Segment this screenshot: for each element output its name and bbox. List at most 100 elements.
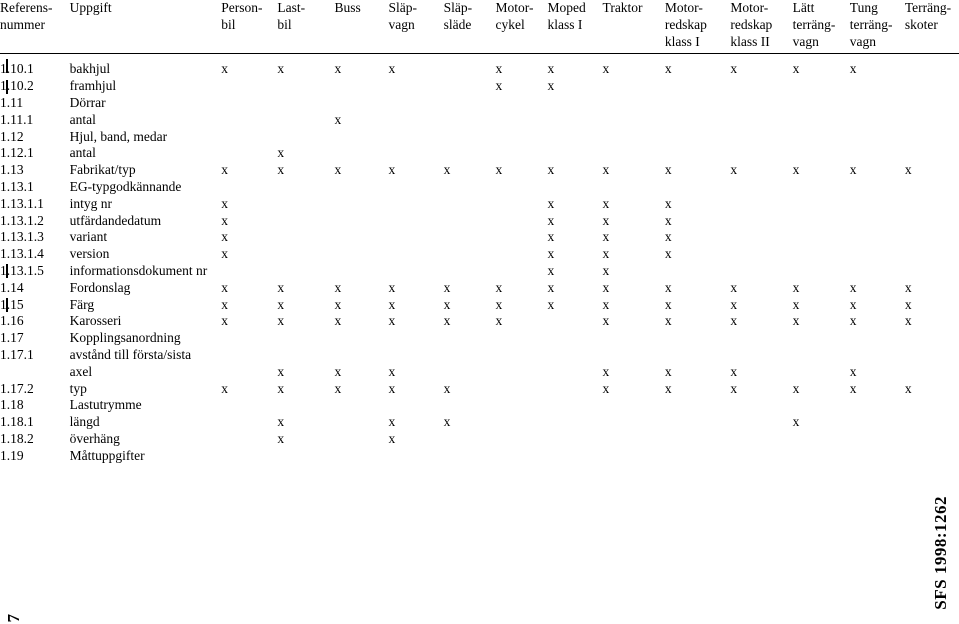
cell-mark-empty: [905, 364, 959, 381]
cell-mark-empty: [221, 129, 277, 146]
cell-mark-empty: [793, 364, 850, 381]
cell-mark-empty: [221, 397, 277, 414]
cell-mark-empty: [730, 414, 792, 431]
cell-mark-empty: [730, 431, 792, 448]
cell-mark-empty: [335, 347, 389, 364]
cell-mark-empty: [603, 448, 665, 465]
cell-mark-applicable: x: [277, 162, 285, 178]
column-header-latt-terrangvagn: Lätt terräng- vagn: [792, 0, 850, 55]
cell-mark-empty: [793, 213, 850, 230]
table-header: Referens- nummer Uppgift Person- bil Las…: [0, 0, 959, 55]
cell-mark-empty: [905, 263, 959, 280]
cell-mark-applicable: x: [602, 262, 610, 278]
cell-mark-empty: [793, 112, 850, 129]
cell-mark-empty: [793, 397, 850, 414]
cell-mark-applicable: x: [495, 78, 503, 94]
cell-mark-applicable: x: [792, 414, 800, 430]
cell-mark-empty: [221, 347, 277, 364]
cell-mark-empty: [496, 229, 548, 246]
cell-mark-empty: [793, 246, 850, 263]
cell-mark-applicable: x: [221, 162, 229, 178]
cell-mark-empty: [665, 179, 730, 196]
row-task-label: bakhjul: [69, 61, 111, 77]
cell-mark-empty: [389, 246, 444, 263]
cell-mark-empty: [850, 112, 905, 129]
cell-mark-applicable: x: [443, 162, 451, 178]
column-header-task: Uppgift: [69, 0, 222, 55]
cell-mark-empty: [444, 54, 496, 78]
cell-mark-empty: [277, 448, 334, 465]
column-header-lastbil: Last- bil: [277, 0, 335, 55]
cell-mark-empty: [665, 448, 730, 465]
cell-mark-empty: [905, 229, 959, 246]
cell-mark-empty: [547, 397, 602, 414]
cell-mark-applicable: x: [792, 61, 800, 77]
cell-mark-empty: [277, 263, 334, 280]
cell-mark-empty: [389, 95, 444, 112]
cell-mark-empty: [850, 431, 905, 448]
table-row: 1.10.1 bakhjul x x x x x x x x x x x: [0, 54, 959, 78]
column-header-terrangskoter: Terräng- skoter: [904, 0, 959, 55]
cell-mark-empty: [547, 112, 602, 129]
cell-mark-empty: [547, 313, 602, 330]
cell-mark-empty: [665, 330, 730, 347]
cell-mark-applicable: x: [547, 229, 555, 245]
cell-mark-applicable: x: [602, 380, 610, 396]
cell-mark-empty: [496, 397, 548, 414]
cell-mark-applicable: x: [443, 414, 451, 430]
row-reference-number: 1.13: [0, 162, 24, 178]
table-row: 1.18.2 överhäng x x: [0, 431, 959, 448]
cell-mark-applicable: x: [388, 430, 396, 446]
cell-mark-applicable: x: [334, 162, 342, 178]
cell-mark-empty: [547, 129, 602, 146]
cell-mark-empty: [793, 448, 850, 465]
row-task-label: antal: [69, 145, 96, 161]
cell-mark-applicable: x: [443, 313, 451, 329]
cell-mark-applicable: x: [221, 61, 229, 77]
cell-mark-applicable: x: [443, 279, 451, 295]
column-header-motorcykel: Motor- cykel: [495, 0, 548, 55]
cell-mark-applicable: x: [495, 296, 503, 312]
cell-mark-empty: [603, 414, 665, 431]
cell-mark-empty: [496, 145, 548, 162]
cell-mark-empty: [389, 448, 444, 465]
cell-mark-empty: [389, 347, 444, 364]
row-task-label: Hjul, band, medar: [69, 128, 168, 144]
cell-mark-empty: [277, 229, 334, 246]
cell-mark-empty: [603, 397, 665, 414]
cell-mark-empty: [335, 448, 389, 465]
cell-mark-empty: [444, 364, 496, 381]
cell-mark-empty: [850, 229, 905, 246]
cell-mark-applicable: x: [602, 61, 610, 77]
cell-mark-empty: [793, 330, 850, 347]
cell-mark-empty: [603, 347, 665, 364]
row-reference-number: 1.13.1: [0, 178, 34, 194]
cell-mark-empty: [389, 145, 444, 162]
cell-mark-applicable: x: [388, 313, 396, 329]
cell-mark-empty: [221, 95, 277, 112]
cell-mark-empty: [444, 95, 496, 112]
cell-mark-empty: [335, 330, 389, 347]
cell-mark-applicable: x: [334, 380, 342, 396]
cell-mark-applicable: x: [547, 162, 555, 178]
cell-mark-empty: [444, 263, 496, 280]
cell-mark-applicable: x: [602, 162, 610, 178]
row-task-label: överhäng: [69, 430, 120, 446]
cell-mark-empty: [221, 78, 277, 95]
cell-mark-empty: [905, 246, 959, 263]
cell-mark-empty: [277, 95, 334, 112]
cell-mark-empty: [277, 246, 334, 263]
cell-mark-empty: [730, 145, 792, 162]
cell-mark-applicable: x: [904, 279, 912, 295]
table-row: 1.13.1.1 intyg nr x x x x: [0, 196, 959, 213]
cell-mark-empty: [277, 112, 334, 129]
cell-mark-empty: [444, 196, 496, 213]
cell-mark-empty: [444, 397, 496, 414]
cell-mark-applicable: x: [495, 162, 503, 178]
column-header-moped-klass-1: Moped klass I: [547, 0, 603, 55]
cell-mark-empty: [444, 179, 496, 196]
row-reference-number: 1.17.1: [0, 346, 34, 362]
cell-mark-empty: [496, 95, 548, 112]
cell-mark-empty: [277, 129, 334, 146]
cell-mark-empty: [905, 112, 959, 129]
